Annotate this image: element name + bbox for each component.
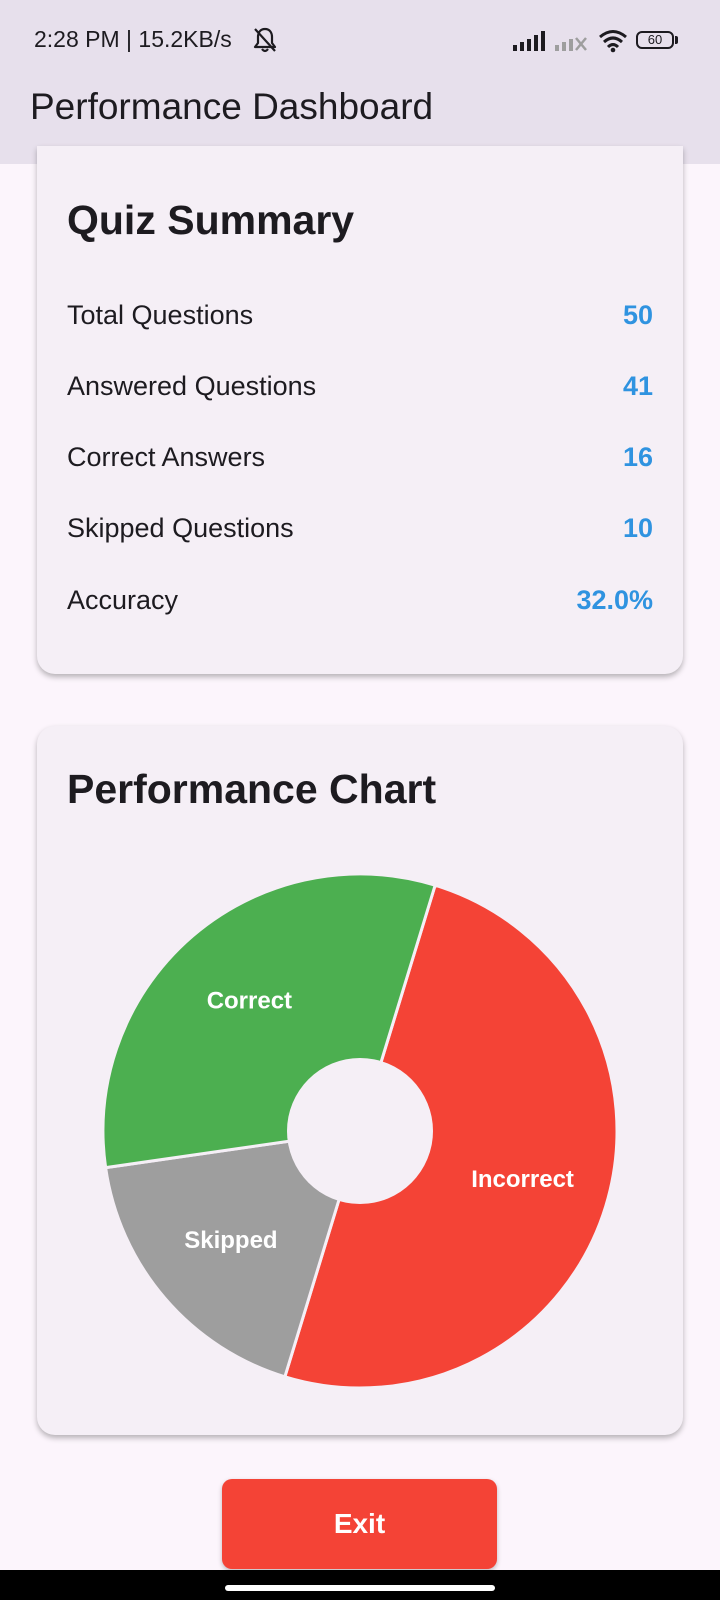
signal-no-service-icon	[554, 30, 588, 52]
stat-row-total-questions: Total Questions 50	[67, 300, 653, 340]
summary-title: Quiz Summary	[67, 197, 355, 243]
performance-chart-card: Performance Chart Incorrect Skipped Correc…	[37, 726, 683, 1435]
stat-value: 10	[622, 513, 653, 543]
stat-row-answered-questions: Answered Questions 41	[67, 371, 653, 411]
exit-button[interactable]: Exit	[222, 1479, 497, 1569]
battery-level: 60	[636, 31, 674, 49]
quiz-summary-card: Quiz Summary Total Questions 50 Answered…	[37, 146, 683, 674]
stat-value: 41	[622, 371, 653, 401]
stat-row-skipped-questions: Skipped Questions 10	[67, 513, 653, 553]
status-time: 2:28 PM | 15.2KB/s	[34, 26, 232, 52]
status-icons: 60	[512, 28, 680, 54]
pie-label-skipped: Skipped	[184, 1227, 277, 1254]
stat-value: 50	[622, 300, 653, 330]
bell-off-icon	[252, 26, 278, 54]
stat-value: 32.0%	[576, 585, 653, 615]
stat-label: Correct Answers	[67, 442, 266, 472]
signal-icon	[512, 30, 546, 52]
performance-pie-chart: Incorrect Skipped Correct	[101, 872, 619, 1390]
battery-icon: 60	[636, 31, 680, 51]
stat-label: Accuracy	[67, 585, 179, 615]
pie-label-incorrect: Incorrect	[471, 1166, 574, 1193]
wifi-icon	[598, 29, 628, 53]
pie-label-correct: Correct	[207, 987, 292, 1014]
stat-row-correct-answers: Correct Answers 16	[67, 442, 653, 482]
stat-label: Answered Questions	[67, 371, 317, 401]
stat-label: Total Questions	[67, 300, 254, 330]
home-gesture-handle[interactable]	[225, 1585, 495, 1591]
donut-hole	[287, 1058, 433, 1204]
stat-row-accuracy: Accuracy 32.0%	[67, 585, 653, 625]
page-title: Performance Dashboard	[30, 86, 434, 127]
stat-value: 16	[622, 442, 653, 472]
stat-label: Skipped Questions	[67, 513, 294, 543]
